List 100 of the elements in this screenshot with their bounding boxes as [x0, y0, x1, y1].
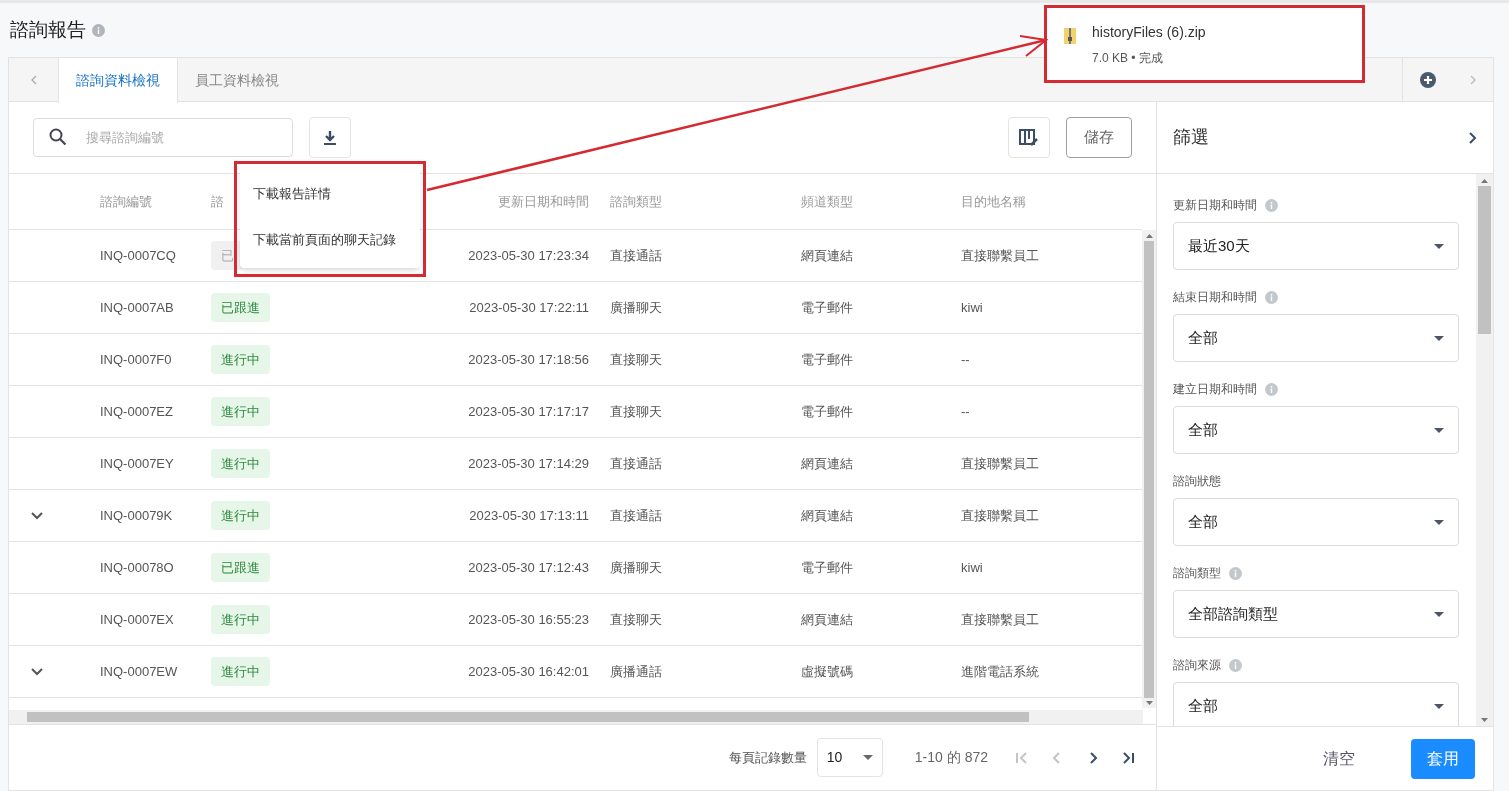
updated-datetime: 2023-05-30 16:42:01: [468, 663, 589, 679]
save-button[interactable]: 儲存: [1066, 117, 1132, 158]
status-badge: 進行中: [211, 656, 270, 687]
destination-name: 進階電話系統: [961, 663, 1039, 679]
column-edit-icon: [1019, 128, 1039, 147]
scroll-up-icon[interactable]: [1145, 234, 1153, 238]
updated-datetime: 2023-05-30 16:55:23: [468, 611, 589, 627]
filter-select[interactable]: 全部: [1173, 406, 1459, 454]
dropdown-caret-icon: [862, 755, 873, 760]
clear-button[interactable]: 清空: [1307, 738, 1371, 779]
inquiry-id: INQ-00079K: [100, 507, 173, 523]
updated-datetime: 2023-05-30 17:18:56: [468, 351, 589, 367]
page-title: 諮詢報告: [10, 17, 86, 42]
scroll-up-icon[interactable]: [1481, 179, 1488, 183]
inquiry-type: 廣播聊天: [610, 299, 662, 315]
inquiry-type: 直接通話: [610, 507, 662, 523]
last-page-icon[interactable]: [1122, 750, 1136, 765]
inquiry-id: INQ-0007EZ: [100, 403, 173, 419]
filter-label: 結束日期和時間: [1173, 289, 1257, 306]
channel-type: 網頁連結: [801, 507, 853, 523]
status-badge: 進行中: [211, 604, 270, 635]
updated-datetime: 2023-05-30 17:13:11: [469, 507, 589, 523]
dropdown-caret-icon: [1434, 519, 1444, 525]
scrollbar-thumb[interactable]: [1478, 186, 1491, 334]
destination-name: 直接聯繫員工: [961, 507, 1039, 523]
destination-name: 直接聯繫員工: [961, 455, 1039, 471]
status-badge: 進行中: [211, 448, 270, 479]
filter-label: 諮詢類型: [1173, 565, 1221, 582]
download-button[interactable]: [309, 117, 351, 158]
rows-per-page-label: 每頁記錄數量: [728, 748, 807, 767]
filter-select[interactable]: 全部: [1173, 682, 1459, 726]
updated-datetime: 2023-05-30 17:17:17: [468, 403, 589, 419]
inquiry-type: 直接通話: [610, 247, 662, 263]
channel-type: 電子郵件: [801, 403, 853, 419]
destination-name: kiwi: [961, 299, 983, 315]
dropdown-caret-icon: [1434, 703, 1444, 709]
destination-name: 直接聯繫員工: [961, 247, 1039, 263]
scroll-down-icon[interactable]: [1145, 701, 1153, 705]
chevron-right-icon[interactable]: [1469, 131, 1477, 144]
inquiry-type: 直接聊天: [610, 351, 662, 367]
inquiry-type: 直接聊天: [610, 403, 662, 419]
zip-file-icon: [1064, 28, 1076, 44]
chevron-down-icon[interactable]: [30, 511, 43, 520]
inquiry-id: INQ-0007F0: [100, 351, 172, 367]
destination-name: --: [961, 351, 970, 367]
chevron-down-icon[interactable]: [30, 667, 43, 676]
channel-type: 網頁連結: [801, 455, 853, 471]
status-badge: 已跟進: [211, 292, 270, 323]
rows-per-page-select[interactable]: 10: [816, 738, 883, 777]
dropdown-caret-icon: [1434, 611, 1444, 617]
inquiry-id: INQ-0007EY: [100, 455, 174, 471]
updated-datetime: 2023-05-30 17:14:29: [468, 455, 589, 471]
search-icon: [49, 128, 67, 146]
channel-type: 電子郵件: [801, 559, 853, 575]
filter-select[interactable]: 全部: [1173, 498, 1459, 546]
updated-datetime: 2023-05-30 17:22:11: [469, 299, 589, 315]
inquiry-id: INQ-0007AB: [100, 299, 174, 315]
status-badge: 進行中: [211, 344, 270, 375]
horizontal-scrollbar[interactable]: [9, 710, 1143, 724]
download-icon: [323, 129, 337, 146]
filter-label: 諮詢來源: [1173, 657, 1221, 674]
filter-label: 更新日期和時間: [1173, 197, 1257, 214]
updated-datetime: 2023-05-30 17:23:34: [468, 247, 589, 263]
vertical-scrollbar[interactable]: [1142, 230, 1156, 708]
chevron-left-icon: [30, 74, 37, 85]
menu-item[interactable]: 下載報告詳情: [240, 171, 420, 217]
file-name[interactable]: historyFiles (6).zip: [1092, 22, 1206, 43]
dropdown-caret-icon: [1434, 335, 1444, 341]
filter-select[interactable]: 全部: [1173, 314, 1459, 362]
scroll-down-icon[interactable]: [1481, 718, 1488, 722]
file-details: 7.0 KB • 完成: [1092, 50, 1164, 67]
destination-name: 直接聯繫員工: [961, 611, 1039, 627]
scrollbar-thumb[interactable]: [1144, 241, 1154, 698]
page-range: 1-10 的 872: [914, 748, 988, 767]
inquiry-id: INQ-0007CQ: [100, 247, 176, 263]
inquiry-id: INQ-0007EW: [100, 663, 178, 679]
add-icon[interactable]: [1420, 71, 1436, 88]
inquiry-type: 廣播通話: [610, 663, 662, 679]
info-icon: [92, 23, 105, 37]
dropdown-caret-icon: [1434, 427, 1444, 433]
inquiry-type: 直接通話: [610, 455, 662, 471]
filter-label: 諮詢狀態: [1173, 473, 1221, 490]
filter-title: 篩選: [1173, 126, 1209, 149]
filter-select[interactable]: 最近30天: [1173, 222, 1459, 270]
status-badge: 進行中: [211, 396, 270, 427]
inquiry-id: INQ-00078O: [100, 559, 174, 575]
filter-scrollbar[interactable]: [1476, 174, 1493, 726]
filter-select[interactable]: 全部諮詢類型: [1173, 590, 1459, 638]
destination-name: --: [961, 403, 970, 419]
dropdown-caret-icon: [1434, 243, 1444, 249]
tab[interactable]: 諮詢資料檢視: [58, 58, 178, 103]
filter-label: 建立日期和時間: [1173, 381, 1257, 398]
status-badge: 進行中: [211, 500, 270, 531]
inquiry-id: INQ-0007EX: [100, 611, 174, 627]
channel-type: 網頁連結: [801, 611, 853, 627]
search-field[interactable]: 搜尋諮詢編號: [33, 118, 293, 157]
inquiry-type: 廣播聊天: [610, 559, 662, 575]
scrollbar-thumb[interactable]: [27, 712, 1029, 722]
column-settings-button[interactable]: [1008, 117, 1050, 158]
inquiry-type: 直接聊天: [610, 611, 662, 627]
